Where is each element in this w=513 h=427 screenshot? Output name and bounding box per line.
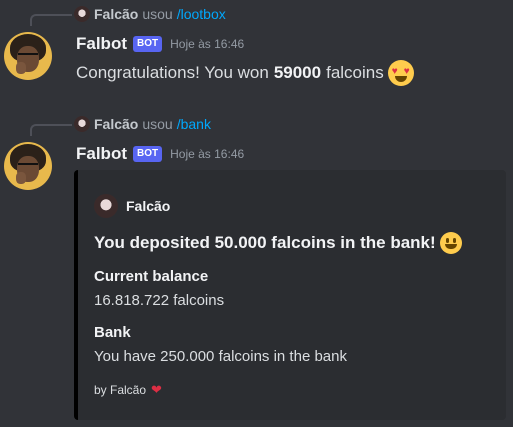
reply-verb: usou [142, 6, 173, 22]
embed-footer-text: by Falcão [94, 383, 147, 397]
heart-eyes-emoji[interactable]: ♥ ♥ [387, 60, 414, 86]
bot-badge: BOT [133, 146, 163, 162]
embed-author: Falcão [94, 194, 170, 218]
reply-avatar[interactable] [74, 6, 90, 22]
reply-context[interactable]: Falcão usou /bank [74, 114, 211, 134]
timestamp[interactable]: Hoje às 16:46 [170, 147, 244, 161]
reply-username[interactable]: Falcão [94, 116, 138, 132]
message-1: Falcão usou /lootbox Falbot BOT Hoje às … [0, 0, 513, 100]
avatar[interactable] [4, 142, 52, 190]
reply-command[interactable]: /lootbox [177, 6, 226, 22]
message-text: Congratulations! You won [76, 63, 269, 82]
message-text-suffix: falcoins [326, 63, 384, 82]
embed-footer: by Falcão ❤ [94, 382, 162, 398]
reply-connector [30, 124, 72, 136]
heart-icon: ❤ [151, 382, 162, 397]
embed-author-avatar [94, 194, 118, 218]
field-name-bank: Bank [94, 324, 131, 341]
reply-connector [30, 14, 72, 26]
message-header: Falbot BOT Hoje às 16:46 [76, 144, 244, 164]
embed-author-name: Falcão [126, 198, 171, 214]
field-name-balance: Current balance [94, 268, 209, 285]
reply-command[interactable]: /bank [177, 116, 211, 132]
author-name[interactable]: Falbot [76, 34, 127, 54]
avatar[interactable] [4, 32, 52, 80]
embed-title: You deposited 50.000 falcoins in the ban… [94, 232, 462, 254]
reply-avatar[interactable] [74, 116, 90, 132]
field-value-balance: 16.818.722 falcoins [94, 292, 225, 309]
timestamp[interactable]: Hoje às 16:46 [170, 37, 244, 51]
field-value-bank: You have 250.000 falcoins in the bank [94, 348, 347, 365]
embed-title-text: You deposited 50.000 falcoins in the ban… [94, 233, 436, 252]
message-content: Congratulations! You won 59000 falcoins … [76, 60, 414, 86]
author-name[interactable]: Falbot [76, 144, 127, 164]
smiley-emoji[interactable] [439, 232, 462, 254]
message-header: Falbot BOT Hoje às 16:46 [76, 34, 244, 54]
reply-context[interactable]: Falcão usou /lootbox [74, 4, 226, 24]
reply-verb: usou [142, 116, 173, 132]
bot-badge: BOT [133, 36, 163, 52]
reply-username[interactable]: Falcão [94, 6, 138, 22]
won-amount: 59000 [273, 63, 322, 82]
bank-embed: Falcão You deposited 50.000 falcoins in … [74, 170, 506, 420]
